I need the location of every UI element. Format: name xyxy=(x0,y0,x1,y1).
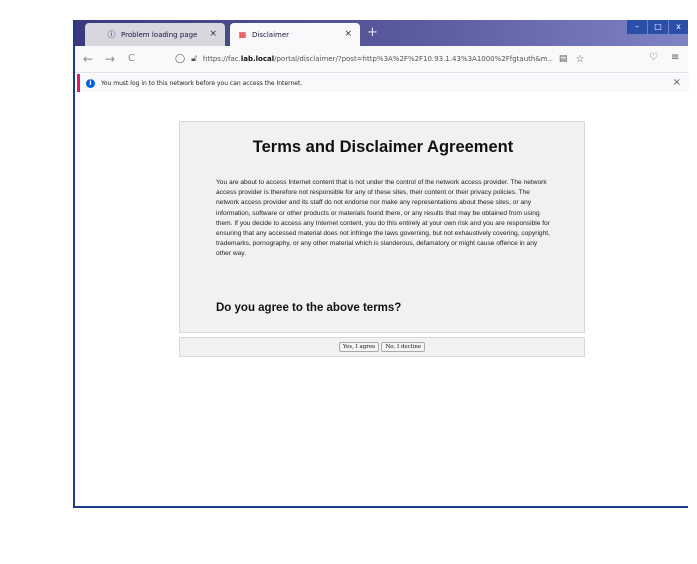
notice-close-icon[interactable]: × xyxy=(673,77,681,88)
tab-problem-loading[interactable]: ⓘ Problem loading page × xyxy=(85,23,225,46)
menu-icon[interactable]: ≡ xyxy=(671,52,679,63)
tab-strip: ⓘ Problem loading page × ▦ Disclaimer × … xyxy=(75,20,688,46)
tab-title: Problem loading page xyxy=(121,30,198,39)
info-icon: i xyxy=(86,78,95,88)
minimize-button[interactable]: – xyxy=(627,20,647,34)
pocket-icon[interactable]: ♡ xyxy=(649,52,658,63)
info-icon: ⓘ xyxy=(107,30,116,39)
forward-button[interactable]: → xyxy=(105,52,115,66)
navigation-bar: ← → C ◯ 🔓︎ https://fac.lab.local/portal/… xyxy=(75,46,688,73)
fortinet-icon: ▦ xyxy=(238,30,247,39)
agreement-question: Do you agree to the above terms? xyxy=(216,302,402,314)
notice-text: You must log in to this network before y… xyxy=(101,79,303,87)
close-window-button[interactable]: x xyxy=(669,20,688,34)
maximize-button[interactable]: □ xyxy=(648,20,668,34)
captive-portal-notice: i You must log in to this network before… xyxy=(77,74,689,92)
shield-icon: ◯ xyxy=(175,54,186,64)
reload-button[interactable]: C xyxy=(128,53,135,64)
tab-close-icon[interactable]: × xyxy=(344,29,352,39)
tab-title: Disclaimer xyxy=(252,30,290,39)
lock-insecure-icon[interactable]: 🔓︎ xyxy=(191,54,197,64)
disclaimer-panel: Terms and Disclaimer Agreement You are a… xyxy=(179,121,585,333)
decline-button[interactable]: No, I decline xyxy=(381,342,426,352)
new-tab-button[interactable]: + xyxy=(367,25,378,40)
tab-disclaimer[interactable]: ▦ Disclaimer × xyxy=(230,23,360,46)
bookmark-star-icon[interactable]: ☆ xyxy=(575,54,584,65)
agree-button[interactable]: Yes, I agree xyxy=(338,342,380,352)
button-row: Yes, I agree No, I decline xyxy=(179,337,585,357)
back-button[interactable]: ← xyxy=(83,52,93,66)
tab-close-icon[interactable]: × xyxy=(209,29,217,39)
url-bar[interactable]: ◯ 🔓︎ https://fac.lab.local/portal/discla… xyxy=(175,50,585,68)
disclaimer-body: You are about to access Internet content… xyxy=(216,179,550,258)
browser-window: ⓘ Problem loading page × ▦ Disclaimer × … xyxy=(73,20,689,508)
reader-view-icon[interactable]: ▤ xyxy=(559,54,568,64)
page-title: Terms and Disclaimer Agreement xyxy=(252,138,514,156)
url-text[interactable]: https://fac.lab.local/portal/disclaimer/… xyxy=(203,55,553,63)
